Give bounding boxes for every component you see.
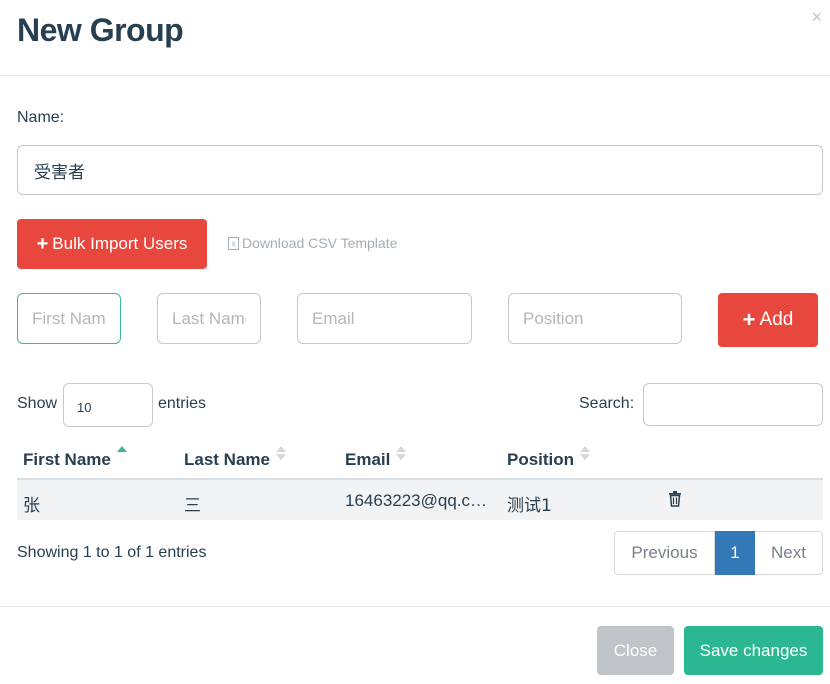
sort-asc-icon (116, 446, 127, 460)
add-user-button[interactable]: + Add (718, 293, 818, 347)
save-changes-button[interactable]: Save changes (684, 626, 823, 675)
close-icon[interactable]: × (811, 8, 822, 26)
column-header-email[interactable]: Email (345, 446, 407, 470)
column-label: Email (345, 450, 391, 469)
download-csv-label: Download CSV Template (242, 235, 398, 251)
name-label: Name: (17, 109, 65, 126)
position-input[interactable] (508, 293, 682, 344)
next-page-button[interactable]: Next (755, 531, 823, 575)
sort-icon (396, 446, 407, 460)
email-input[interactable] (297, 293, 472, 344)
modal-title: New Group (17, 12, 184, 48)
plus-icon: + (36, 233, 49, 255)
cell-last-name: 三 (184, 496, 201, 516)
column-label: First Name (23, 450, 111, 469)
bulk-import-button[interactable]: + Bulk Import Users (17, 219, 207, 269)
modal-header: New Group × (0, 0, 830, 76)
close-button[interactable]: Close (597, 626, 674, 675)
pagination-info: Showing 1 to 1 of 1 entries (17, 544, 207, 561)
column-header-last-name[interactable]: Last Name (184, 446, 286, 470)
show-label: Show (17, 395, 58, 412)
page-1-button[interactable]: 1 (715, 531, 755, 575)
file-icon: x (228, 236, 239, 250)
column-label: Last Name (184, 450, 270, 469)
trash-icon[interactable] (668, 491, 682, 507)
last-name-input[interactable] (157, 293, 261, 344)
footer-divider (0, 606, 830, 607)
sort-icon (580, 446, 591, 460)
plus-icon: + (742, 307, 756, 332)
pagination: Previous 1 Next (614, 531, 823, 575)
download-csv-link[interactable]: x Download CSV Template (228, 235, 397, 251)
previous-page-button[interactable]: Previous (614, 531, 715, 575)
cell-position: 测试1 (507, 496, 552, 516)
search-label: Search: (579, 395, 635, 412)
cell-first-name: 张 (23, 496, 40, 516)
column-label: Position (507, 450, 575, 469)
column-header-first-name[interactable]: First Name (23, 446, 127, 470)
bulk-import-label: Bulk Import Users (52, 234, 188, 253)
entries-label: entries (158, 395, 207, 412)
add-label: Add (759, 309, 794, 330)
cell-email: 16463223@qq.c… (345, 491, 488, 510)
sort-icon (275, 446, 286, 460)
group-name-input[interactable] (17, 145, 823, 195)
first-name-input[interactable] (17, 293, 121, 344)
column-header-position[interactable]: Position (507, 446, 591, 470)
entries-per-page-select[interactable]: 10 (63, 383, 153, 427)
search-input[interactable] (643, 383, 823, 426)
